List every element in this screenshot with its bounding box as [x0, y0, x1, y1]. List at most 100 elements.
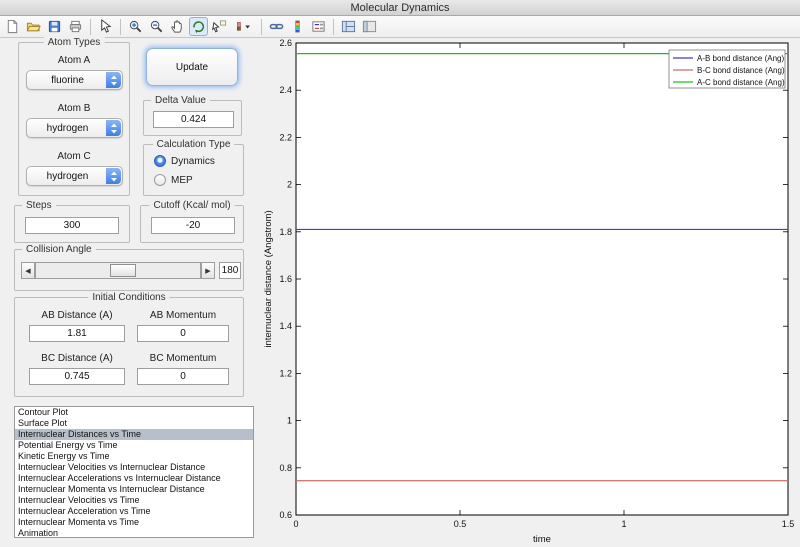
insert-colorbar-icon[interactable]	[288, 17, 307, 36]
legend-entry: A-B bond distance (Ang)	[697, 54, 784, 63]
atom-c-value: hydrogen	[31, 167, 104, 185]
ab-distance-input[interactable]	[29, 325, 125, 342]
ab-distance-label: AB Distance (A)	[29, 310, 125, 321]
popup-stepper-icon	[106, 72, 121, 88]
toolbar-separator	[90, 19, 91, 35]
list-item[interactable]: Potential Energy vs Time	[15, 440, 253, 451]
x-axis-label: time	[533, 534, 551, 545]
atom-b-value: hydrogen	[31, 119, 104, 137]
axes-background	[296, 43, 788, 515]
atom-types-title: Atom Types	[44, 36, 105, 49]
plot-canvas[interactable]: 0.60.811.21.41.61.822.22.42.600.511.5tim…	[255, 38, 800, 547]
x-tick-label: 0	[293, 519, 298, 529]
radio-dynamics-circle-icon	[154, 155, 166, 167]
ab-momentum-label: AB Momentum	[137, 310, 229, 321]
list-item[interactable]: Internuclear Velocities vs Time	[15, 495, 253, 506]
insert-legend-icon[interactable]	[309, 17, 328, 36]
y-tick-label: 2.4	[279, 85, 292, 95]
atom-c-label: Atom C	[19, 151, 129, 162]
cutoff-input[interactable]	[151, 217, 235, 234]
save-icon[interactable]	[45, 17, 64, 36]
toolbar-separator	[120, 19, 121, 35]
steps-title: Steps	[22, 199, 56, 212]
radio-dynamics-label: Dynamics	[171, 156, 215, 167]
y-axis-label: internuclear distance (Angstrom)	[263, 210, 274, 347]
brush-icon[interactable]	[231, 17, 256, 36]
plottools-show-icon[interactable]	[339, 17, 358, 36]
delta-value-panel: Delta Value	[143, 100, 242, 136]
initial-conditions-panel: Initial Conditions AB Distance (A) AB Mo…	[14, 297, 244, 397]
y-tick-label: 1.4	[279, 321, 292, 331]
list-item[interactable]: Kinetic Energy vs Time	[15, 451, 253, 462]
y-tick-label: 1.6	[279, 274, 292, 284]
collision-angle-title: Collision Angle	[22, 243, 96, 256]
collision-angle-input[interactable]	[219, 262, 241, 279]
bc-distance-input[interactable]	[29, 368, 125, 385]
y-tick-label: 1.8	[279, 227, 292, 237]
list-item[interactable]: Internuclear Acceleration vs Time	[15, 506, 253, 517]
radio-mep[interactable]: MEP	[154, 174, 193, 186]
list-item[interactable]: Internuclear Momenta vs Time	[15, 517, 253, 528]
delta-value-input[interactable]	[153, 111, 234, 128]
popup-stepper-icon	[106, 168, 121, 184]
radio-mep-label: MEP	[171, 175, 193, 186]
list-item[interactable]: Animation	[15, 528, 253, 538]
cutoff-panel: Cutoff (Kcal/ mol)	[140, 205, 244, 243]
list-item[interactable]: Internuclear Distances vs Time	[15, 429, 253, 440]
calculation-type-title: Calculation Type	[153, 138, 235, 151]
slider-left-arrow-button[interactable]: ◀	[21, 262, 35, 279]
initial-conditions-title: Initial Conditions	[88, 291, 169, 304]
bc-momentum-input[interactable]	[137, 368, 229, 385]
steps-input[interactable]	[25, 217, 119, 234]
figure-toolbar	[0, 16, 800, 38]
update-button[interactable]: Update	[146, 48, 238, 86]
cutoff-title: Cutoff (Kcal/ mol)	[149, 199, 234, 212]
atom-a-select[interactable]: fluorine	[26, 70, 123, 90]
data-cursor-icon[interactable]	[210, 17, 229, 36]
x-tick-label: 1.5	[782, 519, 795, 529]
legend-entry: B-C bond distance (Ang)	[697, 66, 785, 75]
plottools-hide-icon[interactable]	[360, 17, 379, 36]
popup-stepper-icon	[106, 120, 121, 136]
radio-dynamics[interactable]: Dynamics	[154, 155, 215, 167]
zoom-out-icon[interactable]	[147, 17, 166, 36]
y-tick-label: 2	[287, 180, 292, 190]
collision-slider-track[interactable]	[35, 262, 201, 279]
y-tick-label: 0.6	[279, 510, 292, 520]
y-tick-label: 0.8	[279, 463, 292, 473]
link-plots-icon[interactable]	[267, 17, 286, 36]
toolbar-separator	[261, 19, 262, 35]
atom-c-select[interactable]: hydrogen	[26, 166, 123, 186]
new-icon[interactable]	[3, 17, 22, 36]
rotate-3d-icon[interactable]	[189, 17, 208, 36]
atom-b-select[interactable]: hydrogen	[26, 118, 123, 138]
zoom-in-icon[interactable]	[126, 17, 145, 36]
collision-slider-thumb[interactable]	[110, 264, 136, 277]
slider-right-arrow-button[interactable]: ▶	[201, 262, 215, 279]
list-item[interactable]: Internuclear Velocities vs Internuclear …	[15, 462, 253, 473]
legend-entry: A-C bond distance (Ang)	[697, 78, 785, 87]
delta-value-title: Delta Value	[151, 94, 210, 107]
open-icon[interactable]	[24, 17, 43, 36]
x-tick-label: 1	[621, 519, 626, 529]
controls-panel: Atom Types Atom A fluorine Atom B hydrog…	[10, 38, 255, 547]
y-tick-label: 2.2	[279, 132, 292, 142]
atom-b-label: Atom B	[19, 103, 129, 114]
list-item[interactable]: Internuclear Accelerations vs Internucle…	[15, 473, 253, 484]
list-item[interactable]: Surface Plot	[15, 418, 253, 429]
list-item[interactable]: Internuclear Momenta vs Internuclear Dis…	[15, 484, 253, 495]
plot-pane: 0.60.811.21.41.61.822.22.42.600.511.5tim…	[255, 38, 800, 547]
print-icon[interactable]	[66, 17, 85, 36]
bc-distance-label: BC Distance (A)	[29, 353, 125, 364]
titlebar[interactable]: Molecular Dynamics	[0, 0, 800, 16]
edit-plot-icon[interactable]	[96, 17, 115, 36]
list-item[interactable]: Contour Plot	[15, 407, 253, 418]
bc-momentum-label: BC Momentum	[137, 353, 229, 364]
y-tick-label: 1.2	[279, 368, 292, 378]
window-title: Molecular Dynamics	[350, 2, 449, 14]
pan-icon[interactable]	[168, 17, 187, 36]
radio-mep-circle-icon	[154, 174, 166, 186]
ab-momentum-input[interactable]	[137, 325, 229, 342]
plot-type-listbox[interactable]: Contour PlotSurface PlotInternuclear Dis…	[14, 406, 254, 538]
y-tick-label: 1	[287, 416, 292, 426]
